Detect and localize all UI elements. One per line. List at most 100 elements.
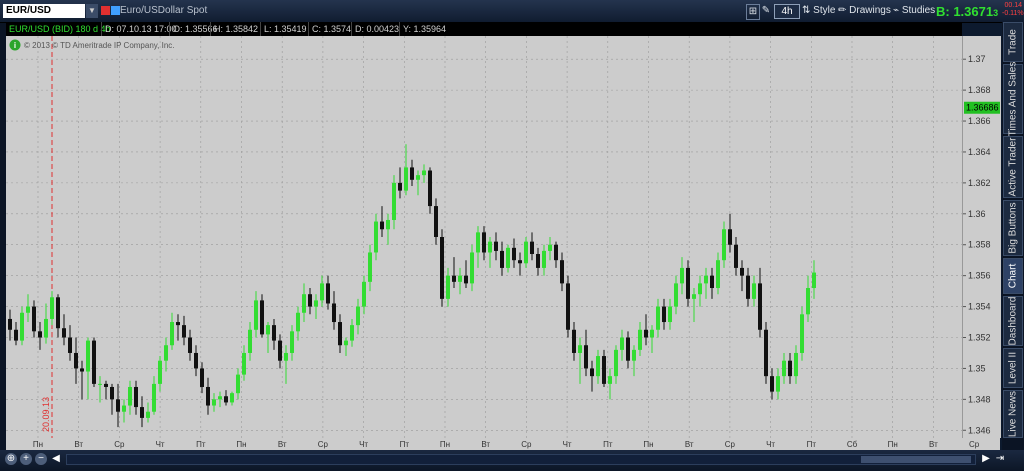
candle-body — [86, 340, 90, 372]
link-icon[interactable] — [101, 6, 110, 15]
tab-dashboard[interactable]: Dashboard — [1003, 296, 1023, 346]
tab-chart[interactable]: Chart — [1003, 258, 1023, 294]
price-tick-label: 1.352 — [968, 333, 991, 343]
price-axis[interactable]: 1.37 1.368 1.366 1.364 1.362 1.36 1.358 1.356 1.… — [962, 36, 1001, 438]
candle-body — [758, 283, 762, 330]
time-tick-label: Вт — [685, 440, 694, 449]
scrollbar-thumb[interactable] — [861, 456, 971, 463]
candle-body — [476, 232, 480, 253]
candle-body — [398, 182, 402, 191]
candle-body — [194, 352, 198, 369]
data-readout-bar: EUR/USD (BID) 180 d 4h D: 07.10.13 17:00… — [6, 22, 962, 37]
candle-body — [230, 393, 234, 403]
candle-body — [608, 376, 612, 384]
tab-big-buttons[interactable]: Big Buttons — [1003, 200, 1023, 256]
candlestick-chart[interactable]: 20.09.1318.10.13 i © 2013 © TD Ameritrad… — [6, 36, 975, 438]
copyright-text: © 2013 © TD Ameritrade IP Company, Inc. — [24, 41, 175, 50]
chart-area[interactable]: 20.09.1318.10.13 i © 2013 © TD Ameritrad… — [6, 36, 975, 438]
candle-body — [812, 272, 816, 289]
candle-body — [698, 283, 702, 295]
candle-body — [428, 170, 432, 207]
time-tick-label: Пн — [440, 440, 450, 449]
time-tick-label: Вт — [278, 440, 287, 449]
grid-icon[interactable] — [111, 6, 120, 15]
symbol-description: Euro/USDollar Spot — [120, 5, 208, 16]
crosshair-icon[interactable]: ⊕ — [5, 453, 17, 465]
candle-body — [410, 167, 414, 180]
candle-body — [710, 275, 714, 289]
candle-body — [752, 283, 756, 299]
candle-body — [596, 356, 600, 377]
candle-body — [218, 396, 222, 400]
tab-active-trader[interactable]: Active Trader — [1003, 136, 1023, 198]
symbol-input[interactable]: EUR/USD — [3, 4, 85, 18]
toolbar: EUR/USD ▼ Euro/USDollar Spot ⊞ ✎ 4h ⇅ St… — [0, 0, 1024, 23]
candle-body — [554, 244, 558, 261]
candle-body — [314, 300, 318, 307]
candle-body — [674, 283, 678, 307]
price-tick-label: 1.37 — [968, 54, 986, 64]
candle-body — [254, 300, 258, 330]
price-tick-label: 1.368 — [968, 85, 991, 95]
candle-body — [380, 221, 384, 230]
candle-body — [158, 360, 162, 384]
candle-body — [302, 294, 306, 313]
tab-chart-label: Chart — [1007, 263, 1019, 289]
candle-body — [788, 360, 792, 377]
time-axis-labels: Пн Вт Ср Чт Пт Пн Вт Ср Чт Пт Пн Вт Ср Чт Пт Пн Вт Ср Чт Пт… — [33, 440, 980, 449]
scroll-end-icon[interactable]: ⇥ — [994, 453, 1006, 465]
candle-body — [68, 337, 72, 353]
bid-price: B: 1.36713 — [936, 4, 998, 19]
candle-body — [326, 283, 330, 304]
candle-body — [716, 260, 720, 289]
drawings-button[interactable]: ✏ Drawings — [838, 4, 891, 18]
style-button[interactable]: ⇅ Style — [802, 4, 835, 18]
zoom-out-icon[interactable]: − — [35, 453, 47, 465]
date-markers: 20.09.1318.10.13 — [41, 36, 53, 438]
candle-body — [638, 329, 642, 350]
candle-body — [800, 314, 804, 353]
candle-body — [524, 241, 528, 264]
candle-body — [530, 241, 534, 255]
tab-live-news[interactable]: Live News — [1003, 390, 1023, 438]
time-tick-label: Пн — [643, 440, 653, 449]
scroll-left-icon[interactable]: ◀ — [50, 453, 62, 465]
readout-date: D: 07.10.13 17:00 — [105, 24, 177, 34]
candle-body — [122, 405, 126, 412]
candle-body — [662, 306, 666, 323]
candle-body — [392, 182, 396, 220]
price-axis-labels: 1.37 1.368 1.366 1.364 1.362 1.36 1.358 1.356 1.… — [963, 54, 1000, 435]
candle-body — [44, 318, 48, 338]
zoom-in-icon[interactable]: + — [20, 453, 32, 465]
candle-body — [188, 337, 192, 353]
scroll-right-icon[interactable]: ▶ — [980, 453, 992, 465]
price-tick-label: 1.356 — [968, 271, 991, 281]
studies-button[interactable]: ⌁ Studies — [893, 4, 935, 18]
candle-body — [386, 219, 390, 230]
time-axis[interactable]: Пн Вт Ср Чт Пт Пн Вт Ср Чт Пт Пн Вт Ср Чт Пт Пн Вт Ср Чт Пт… — [6, 438, 1000, 450]
candle-body — [584, 345, 588, 369]
wrench-icon[interactable]: ✎ — [760, 4, 772, 18]
symbol-dropdown-icon[interactable]: ▼ — [86, 4, 98, 18]
candle-body — [176, 322, 180, 326]
candle-body — [182, 325, 186, 338]
time-tick-label: Пт — [400, 440, 410, 449]
candle-body — [572, 329, 576, 353]
compare-icon[interactable]: ⊞ — [746, 4, 760, 20]
time-tick-label: Чт — [156, 440, 165, 449]
style-label: Style — [813, 5, 836, 16]
candle-body — [656, 306, 660, 330]
candle-body — [206, 386, 210, 406]
tab-times-and-sales[interactable]: Times And Sales — [1003, 62, 1023, 136]
candle-body — [110, 386, 114, 400]
candle-body — [566, 283, 570, 330]
candle-body — [134, 386, 138, 408]
tab-level-ii[interactable]: Level II — [1003, 348, 1023, 388]
candle-body — [98, 383, 102, 385]
candle-body — [488, 241, 492, 253]
tab-trade[interactable]: Trade — [1003, 22, 1023, 62]
horizontal-scrollbar[interactable] — [66, 454, 976, 465]
candle-body — [764, 329, 768, 377]
candle-body — [80, 368, 84, 372]
timeframe-button[interactable]: 4h — [774, 4, 800, 19]
